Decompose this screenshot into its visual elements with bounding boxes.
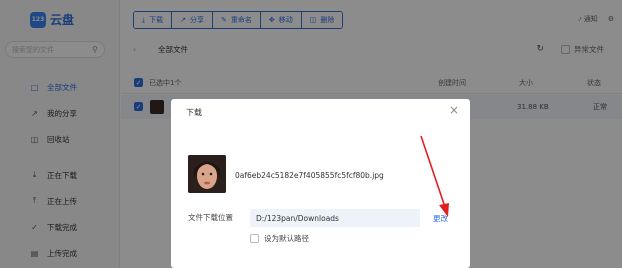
- annotation-arrow-icon: [420, 135, 449, 217]
- download-location-label: 文件下载位置: [188, 213, 233, 222]
- set-default-label: 设为默认路径: [264, 234, 309, 243]
- set-default-checkbox[interactable]: [250, 234, 259, 243]
- set-default-path-option[interactable]: 设为默认路径: [250, 233, 309, 244]
- close-icon[interactable]: ×: [449, 103, 459, 117]
- file-preview-image: [188, 155, 226, 193]
- download-location-input[interactable]: [250, 209, 420, 227]
- dialog-title: 下载: [186, 108, 202, 117]
- file-name: 0af6eb24c5182e7f405855fc5fcf80b.jpg: [235, 171, 384, 180]
